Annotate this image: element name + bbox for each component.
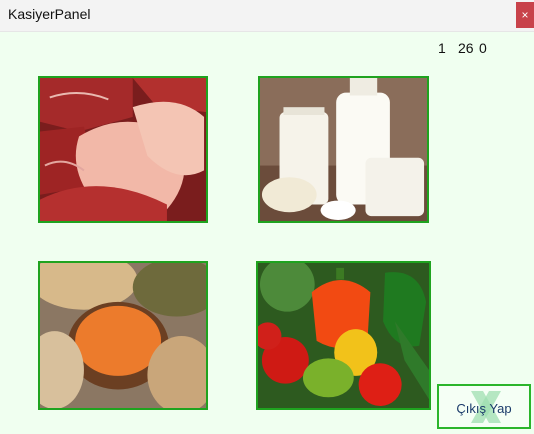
close-icon: ×: [521, 8, 529, 22]
legumes-category-tile[interactable]: [38, 261, 208, 410]
vegetables-image: [258, 263, 429, 408]
counter-1: 1: [438, 40, 446, 56]
meat-products-image: [40, 78, 206, 221]
counter-3: 0: [479, 40, 487, 56]
dairy-category-tile[interactable]: [258, 76, 429, 223]
counter-2: 26: [458, 40, 474, 56]
logout-button[interactable]: Çıkış Yap: [437, 384, 531, 429]
meat-category-tile[interactable]: [38, 76, 208, 223]
vegetables-category-tile[interactable]: [256, 261, 431, 410]
legumes-grains-image: [40, 263, 206, 408]
logout-label: Çıkış Yap: [456, 401, 512, 416]
close-button[interactable]: ×: [516, 2, 534, 28]
dairy-products-image: [260, 78, 427, 221]
title-bar: KasiyerPanel ×: [0, 0, 534, 32]
window-title: KasiyerPanel: [8, 6, 91, 22]
